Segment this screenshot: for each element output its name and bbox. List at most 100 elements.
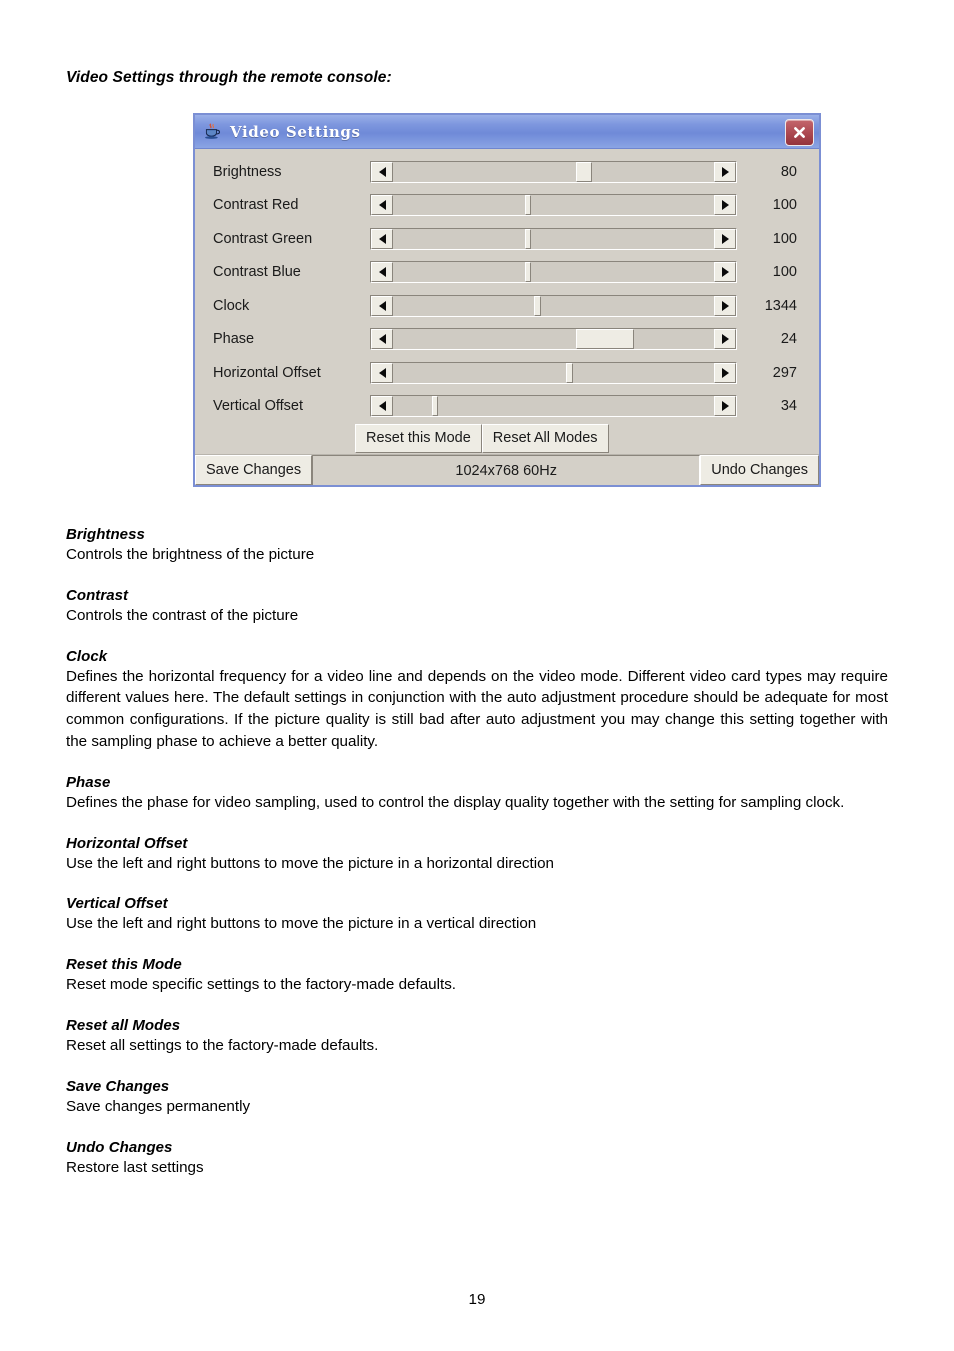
setting-label: Contrast Green — [213, 230, 313, 247]
section-body: Defines the horizontal frequency for a v… — [66, 667, 888, 750]
setting-label: Clock — [213, 297, 250, 314]
setting-slider[interactable] — [370, 361, 737, 384]
setting-slider[interactable] — [370, 395, 737, 418]
setting-value: 24 — [780, 331, 797, 348]
setting-value: 100 — [772, 230, 797, 247]
setting-slider[interactable] — [370, 160, 737, 183]
description-section: Save Changes Save changes permanently — [66, 1078, 888, 1118]
slider-thumb[interactable] — [524, 262, 532, 283]
slider-left-arrow-icon[interactable] — [371, 396, 393, 417]
slider-track[interactable] — [393, 295, 714, 316]
setting-row: Clock 1344 — [195, 289, 819, 323]
settings-rows: Brightness 80 Contrast Red 100 Contrast Gree… — [195, 155, 819, 423]
section-body: Reset mode specific settings to the fact… — [66, 976, 457, 994]
setting-label: Brightness — [213, 163, 282, 180]
section-heading: Brightness — [66, 526, 145, 543]
undo-changes-button[interactable]: Undo Changes — [700, 455, 819, 485]
document-page: Video Settings through the remote consol… — [0, 0, 954, 1351]
setting-slider[interactable] — [370, 261, 737, 284]
dialog-footer: Save Changes 1024x768 60Hz Undo Changes — [195, 454, 819, 485]
description-section: Reset this Mode Reset mode specific setti… — [66, 956, 888, 996]
slider-right-arrow-icon[interactable] — [714, 228, 736, 249]
description-section: Vertical Offset Use the left and right bu… — [66, 895, 888, 935]
setting-value: 100 — [772, 264, 797, 281]
slider-track[interactable] — [393, 362, 714, 383]
setting-value: 34 — [780, 398, 797, 415]
video-mode-status: 1024x768 60Hz — [312, 455, 701, 485]
save-changes-button[interactable]: Save Changes — [195, 455, 313, 485]
setting-slider[interactable] — [370, 294, 737, 317]
section-body: Defines the phase for video sampling, us… — [66, 793, 845, 811]
section-body: Use the left and right buttons to move t… — [66, 854, 554, 872]
descriptions: Brightness Controls the brightness of the… — [66, 505, 888, 1178]
description-section: Brightness Controls the brightness of the… — [66, 526, 888, 566]
slider-track[interactable] — [393, 396, 714, 417]
java-coffee-cup-icon — [203, 122, 223, 142]
slider-thumb[interactable] — [575, 329, 634, 350]
dialog-titlebar[interactable]: Video Settings — [195, 115, 819, 149]
setting-label: Vertical Offset — [213, 398, 303, 415]
slider-right-arrow-icon[interactable] — [714, 195, 736, 216]
slider-track[interactable] — [393, 161, 714, 182]
page-number: 19 — [468, 1291, 486, 1308]
setting-row: Phase 24 — [195, 323, 819, 357]
slider-left-arrow-icon[interactable] — [371, 195, 393, 216]
section-body: Save changes permanently — [66, 1097, 251, 1115]
slider-left-arrow-icon[interactable] — [371, 228, 393, 249]
slider-left-arrow-icon[interactable] — [371, 362, 393, 383]
slider-left-arrow-icon[interactable] — [371, 161, 393, 182]
slider-track[interactable] — [393, 228, 714, 249]
setting-label: Contrast Blue — [213, 264, 301, 281]
section-heading: Reset all Modes — [66, 1016, 181, 1034]
slider-left-arrow-icon[interactable] — [371, 262, 393, 283]
section-heading: Undo Changes — [66, 1138, 173, 1156]
page-title: Video Settings through the remote consol… — [66, 69, 392, 86]
reset-button-row: Reset this Mode Reset All Modes — [195, 423, 819, 454]
section-body: Restore last settings — [66, 1158, 204, 1176]
section-body: Controls the brightness of the picture — [66, 546, 315, 563]
setting-row: Contrast Blue 100 — [195, 256, 819, 290]
description-section: Reset all Modes Reset all settings to the… — [66, 1017, 888, 1057]
slider-right-arrow-icon[interactable] — [714, 295, 736, 316]
setting-value: 80 — [780, 163, 797, 180]
setting-row: Horizontal Offset 297 — [195, 356, 819, 390]
setting-slider[interactable] — [370, 328, 737, 351]
slider-right-arrow-icon[interactable] — [714, 262, 736, 283]
video-settings-dialog: Video Settings Brightness 80 Contrast Red 1… — [193, 113, 821, 487]
slider-right-arrow-icon[interactable] — [714, 362, 736, 383]
section-heading: Horizontal Offset — [66, 834, 188, 852]
slider-thumb[interactable] — [524, 195, 532, 216]
setting-row: Vertical Offset 34 — [195, 390, 819, 424]
slider-track[interactable] — [393, 262, 714, 283]
dialog-title: Video Settings — [230, 122, 361, 141]
slider-right-arrow-icon[interactable] — [714, 329, 736, 350]
slider-track[interactable] — [393, 195, 714, 216]
setting-row: Brightness 80 — [195, 155, 819, 189]
slider-right-arrow-icon[interactable] — [714, 161, 736, 182]
slider-thumb[interactable] — [431, 396, 438, 417]
section-heading: Contrast — [66, 586, 129, 604]
section-body: Controls the contrast of the picture — [66, 606, 299, 624]
document-body: Video Settings through the remote consol… — [66, 0, 888, 87]
section-heading: Phase — [66, 773, 111, 791]
setting-row: Contrast Red 100 — [195, 189, 819, 223]
slider-left-arrow-icon[interactable] — [371, 329, 393, 350]
slider-thumb[interactable] — [534, 295, 541, 316]
section-heading: Clock — [66, 647, 108, 665]
slider-thumb[interactable] — [566, 362, 573, 383]
setting-slider[interactable] — [370, 227, 737, 250]
section-heading: Reset this Mode — [66, 956, 182, 974]
slider-thumb[interactable] — [575, 161, 593, 182]
reset-all-modes-button[interactable]: Reset All Modes — [481, 424, 609, 453]
description-section: Contrast Controls the contrast of the pic… — [66, 587, 888, 627]
slider-left-arrow-icon[interactable] — [371, 295, 393, 316]
slider-right-arrow-icon[interactable] — [714, 396, 736, 417]
reset-this-mode-button[interactable]: Reset this Mode — [355, 424, 482, 453]
setting-value: 1344 — [764, 297, 797, 314]
slider-thumb[interactable] — [524, 228, 532, 249]
setting-slider[interactable] — [370, 194, 737, 217]
setting-value: 297 — [772, 364, 797, 381]
slider-track[interactable] — [393, 329, 714, 350]
close-icon[interactable] — [785, 119, 814, 146]
setting-label: Contrast Red — [213, 197, 299, 214]
